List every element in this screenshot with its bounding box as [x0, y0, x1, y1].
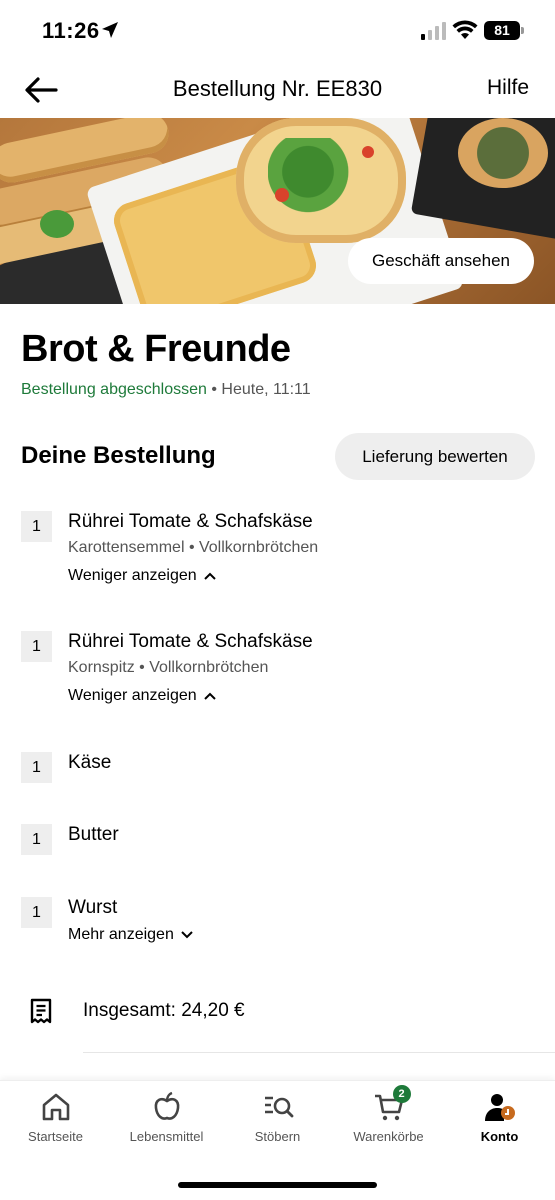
- tab-stoebern[interactable]: Stöbern: [222, 1091, 333, 1144]
- item-quantity: 1: [21, 897, 52, 928]
- item-name: Käse: [68, 752, 112, 773]
- status-time: 11:26: [42, 18, 100, 43]
- item-name: Butter: [68, 824, 119, 845]
- help-link[interactable]: Hilfe: [487, 76, 529, 100]
- tab-label: Konto: [480, 1129, 519, 1144]
- order-section-title: Deine Bestellung: [21, 442, 216, 469]
- item-options: Karottensemmel • Vollkornbrötchen: [68, 539, 319, 556]
- order-status: Bestellung abgeschlossen: [21, 381, 207, 398]
- tab-startseite[interactable]: Startseite: [0, 1091, 111, 1144]
- item-name: Wurst: [68, 897, 118, 918]
- account-icon: [484, 1094, 515, 1121]
- toggle-label: Weniger anzeigen: [68, 567, 197, 584]
- store-name: Brot & Freunde: [21, 328, 291, 370]
- status-separator: •: [206, 381, 222, 398]
- status-bar: 11:26 81: [0, 0, 555, 62]
- toggle-label: Weniger anzeigen: [68, 687, 197, 704]
- tab-label: Startseite: [28, 1129, 83, 1144]
- item-name: Rührei Tomate & Schafskäse: [68, 511, 313, 532]
- chevron-up-icon: [203, 692, 216, 700]
- order-total: Insgesamt: 24,20 €: [83, 1000, 245, 1021]
- divider: [83, 1052, 555, 1053]
- tab-konto[interactable]: Konto: [444, 1091, 555, 1144]
- show-less-toggle[interactable]: Weniger anzeigen: [68, 687, 217, 705]
- tab-lebensmittel[interactable]: Lebensmittel: [111, 1091, 222, 1144]
- wifi-icon: [452, 20, 478, 39]
- cellular-signal-icon: [421, 22, 446, 40]
- item-options: Kornspitz • Vollkornbrötchen: [68, 659, 269, 676]
- order-time: Heute, 11:11: [221, 381, 311, 398]
- view-store-button[interactable]: Geschäft ansehen: [348, 238, 534, 284]
- show-more-toggle[interactable]: Mehr anzeigen: [68, 926, 194, 944]
- hero-tomato: [362, 146, 374, 158]
- apple-icon: [154, 1091, 179, 1120]
- page-title: Bestellung Nr. EE830: [172, 76, 383, 101]
- browse-search-icon: [264, 1096, 293, 1118]
- show-less-toggle[interactable]: Weniger anzeigen: [68, 567, 217, 585]
- order-status-line: Bestellung abgeschlossen • Heute, 11:11: [21, 381, 311, 399]
- location-arrow-icon: [102, 22, 118, 38]
- tab-label: Warenkörbe: [353, 1129, 424, 1144]
- item-quantity: 1: [21, 631, 52, 662]
- tab-label: Stöbern: [254, 1129, 301, 1144]
- chevron-up-icon: [203, 572, 216, 580]
- hero-quiche: [458, 118, 548, 188]
- hero-basil: [40, 210, 74, 238]
- chevron-down-icon: [181, 931, 193, 939]
- battery-cap: [521, 27, 524, 34]
- cart-badge: 2: [392, 1085, 411, 1103]
- item-quantity: 1: [21, 752, 52, 783]
- tab-label: Lebensmittel: [129, 1129, 204, 1144]
- battery-indicator: 81: [484, 21, 520, 40]
- item-quantity: 1: [21, 824, 52, 855]
- item-name: Rührei Tomate & Schafskäse: [68, 631, 313, 652]
- rate-delivery-button[interactable]: Lieferung bewerten: [335, 433, 535, 480]
- item-quantity: 1: [21, 511, 52, 542]
- receipt-icon: [30, 998, 52, 1024]
- tab-warenkoerbe[interactable]: 2 Warenkörbe: [333, 1085, 444, 1144]
- toggle-label: Mehr anzeigen: [68, 926, 174, 943]
- top-header: Bestellung Nr. EE830 Hilfe: [0, 62, 555, 118]
- home-indicator: [178, 1182, 377, 1188]
- cart-icon-wrap: 2: [373, 1085, 411, 1123]
- home-icon: [42, 1093, 69, 1121]
- hero-tomato: [275, 188, 289, 202]
